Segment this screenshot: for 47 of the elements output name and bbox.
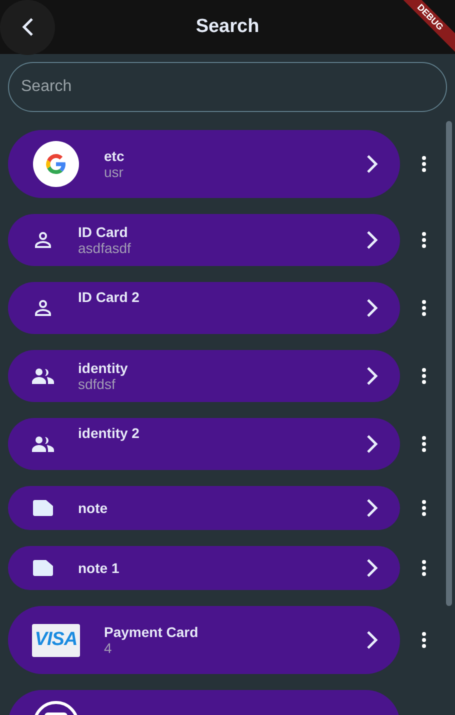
scrollbar[interactable] [446, 121, 452, 606]
chevron-right-icon[interactable] [366, 630, 378, 650]
item-title: ID Card 2 [78, 289, 140, 305]
more-options-icon[interactable] [421, 155, 427, 173]
group-icon [32, 436, 54, 452]
visa-card-logo: VISA [32, 624, 80, 656]
list-item-card[interactable]: identity sdfdsf [8, 350, 400, 402]
more-options-icon[interactable] [421, 299, 427, 317]
more-options-icon[interactable] [421, 499, 427, 517]
list-item-card[interactable]: etc usr [8, 130, 400, 198]
more-options-icon[interactable] [421, 559, 427, 577]
note-icon [33, 560, 53, 576]
item-title: etc [104, 148, 126, 164]
note-icon [33, 500, 53, 516]
item-title: identity 2 [78, 425, 140, 441]
item-title: identity [78, 360, 129, 376]
person-icon [34, 231, 52, 249]
item-subtitle: 4 [104, 640, 113, 656]
chevron-right-icon[interactable] [366, 498, 378, 518]
list-item-card[interactable]: identity 2 [8, 418, 400, 470]
chevron-right-icon[interactable] [366, 434, 378, 454]
item-subtitle: usr [104, 164, 124, 180]
list-item-card[interactable]: ID Card asdfasdf [8, 214, 400, 266]
item-title: note [78, 500, 109, 516]
chevron-right-icon[interactable] [366, 558, 378, 578]
page-title: Search [194, 14, 260, 39]
more-options-icon[interactable] [421, 367, 427, 385]
item-title: Payment Card [104, 624, 200, 640]
more-options-icon[interactable] [421, 231, 427, 249]
chevron-right-icon[interactable] [366, 366, 378, 386]
list-item-card[interactable]: VISA Payment Card 4 [8, 606, 400, 674]
chevron-right-icon[interactable] [366, 154, 378, 174]
google-logo-icon [33, 141, 79, 187]
chevron-right-icon[interactable] [366, 230, 378, 250]
item-subtitle: sdfdsf [78, 376, 116, 392]
item-title: ID Card [78, 224, 129, 240]
more-options-icon[interactable] [421, 435, 427, 453]
list-item-card[interactable]: note 1 [8, 546, 400, 590]
search-field[interactable]: Search [8, 62, 447, 112]
more-options-icon[interactable] [421, 631, 427, 649]
list-item-card[interactable]: note [8, 486, 400, 530]
item-title: note 1 [78, 560, 120, 576]
group-icon [32, 368, 54, 384]
person-icon [34, 299, 52, 317]
item-subtitle: asdfasdf [78, 240, 132, 256]
chevron-right-icon[interactable] [366, 298, 378, 318]
list-item-card[interactable]: ID Card 2 [8, 282, 400, 334]
